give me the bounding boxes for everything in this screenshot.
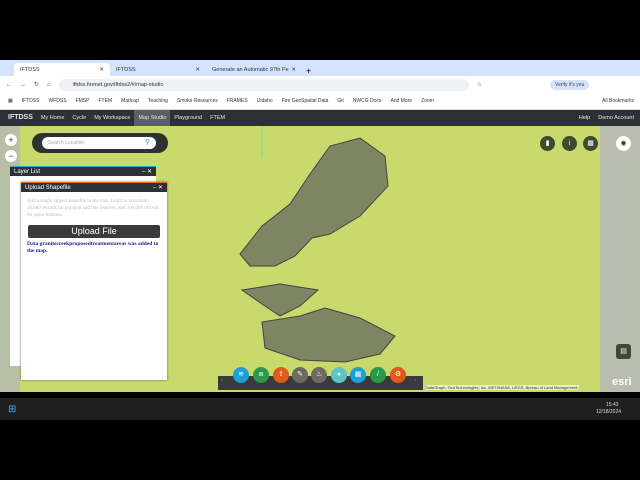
bookmark[interactable]: FMSP (76, 98, 90, 104)
apps-icon[interactable]: ▦ (8, 98, 13, 104)
nav-my-workspace[interactable]: My Workspace (90, 110, 134, 126)
bookmarks-bar: ▦ IFTDSS WFDSS FMSP FTEM Madcap Teaching… (0, 93, 640, 110)
close-icon[interactable]: ✕ (291, 67, 296, 73)
bookmark-icon[interactable]: ▮ (540, 136, 555, 151)
bookmark[interactable]: Fire GeoSpatial Data (282, 98, 329, 104)
upload-header: Upload Shapefile – ✕ (21, 183, 167, 192)
reload-icon[interactable]: ↻ (34, 81, 39, 88)
nav-cycle[interactable]: Cycle (68, 110, 90, 126)
layer-list-title: Layer List (14, 168, 41, 175)
layer-list-icon[interactable]: ≣ (253, 367, 269, 383)
bookmark[interactable]: FRAMES (227, 98, 248, 104)
tab-bar: IFTDSS ✕ IFTDSS ✕ Generate an Automatic 97… (0, 60, 640, 76)
forward-icon[interactable]: → (20, 82, 26, 88)
table-icon[interactable]: ▤ (616, 344, 631, 359)
upload-instructions: Add a single zipped shapefile to the map… (27, 199, 159, 218)
help-menu[interactable]: Help (575, 110, 594, 126)
account-menu[interactable]: Demo Account (594, 110, 640, 126)
clock-date: 12/18/2024 (596, 409, 622, 415)
bookmark[interactable]: Smoke Resources (177, 98, 218, 104)
upload-icon[interactable]: ⇪ (273, 367, 289, 383)
chevron-left-icon[interactable]: ‹ (221, 378, 223, 384)
grid-icon[interactable]: ▦ (350, 367, 366, 383)
upload-file-button[interactable]: Upload File (28, 225, 160, 238)
zoom-in-button[interactable]: + (5, 134, 17, 146)
nav-my-home[interactable]: My Home (37, 110, 69, 126)
browser-tab[interactable]: IFTDSS ✕ (14, 63, 110, 76)
back-icon[interactable]: ← (6, 82, 12, 88)
close-icon[interactable]: – ✕ (153, 184, 163, 191)
layer-list-header: Layer List – ✕ (10, 167, 156, 176)
zoom-out-button[interactable]: − (5, 150, 17, 162)
layers-icon[interactable]: ≋ (233, 367, 249, 383)
settings-icon[interactable]: ⚙ (390, 367, 406, 383)
esri-logo: esri (612, 376, 632, 388)
windows-taskbar: ⊞ 15:43 12/18/2024 (0, 398, 640, 420)
bookmark[interactable]: WFDSS (49, 98, 67, 104)
tab-label: Generate an Automatic 97th Pe (212, 66, 289, 73)
close-icon[interactable]: ✕ (195, 67, 200, 73)
bookmark[interactable]: Zoom (421, 98, 434, 104)
treatment-area-polygon (261, 307, 396, 363)
app-logo[interactable]: IFTDSS (0, 110, 37, 126)
upload-success-message: Data granitecreekproposedtreatmentareas … (27, 241, 159, 254)
browser-tab[interactable]: Generate an Automatic 97th Pe ✕ (206, 63, 302, 76)
search-input[interactable]: Search Location (42, 137, 156, 149)
location-icon[interactable]: ● (331, 367, 347, 383)
basemap-icon[interactable]: ▦ (583, 136, 598, 151)
windows-start-icon[interactable]: ⊞ (8, 404, 16, 415)
tab-label: IFTDSS (20, 66, 40, 73)
info-icon[interactable]: i (562, 136, 577, 151)
bookmark[interactable]: FTEM (98, 98, 112, 104)
bookmark[interactable]: Git (337, 98, 343, 104)
browser-tab[interactable]: IFTDSS ✕ (110, 63, 206, 76)
upload-title: Upload Shapefile (25, 184, 71, 191)
bookmark[interactable]: IFTDSS (22, 98, 40, 104)
nav-playground[interactable]: Playground (170, 110, 206, 126)
address-bar: ← → ↻ ⌂ iftdss.firenet.gov/iftdss2/#/map-st… (0, 76, 640, 93)
url-input[interactable]: iftdss.firenet.gov/iftdss2/#/map-studio (58, 78, 469, 91)
upload-shapefile-panel: Upload Shapefile – ✕ Add a single zipped … (21, 182, 167, 380)
star-icon[interactable]: ☆ (477, 81, 482, 88)
profile-button[interactable]: Verify it's you (550, 79, 590, 90)
bookmark[interactable]: And More (390, 98, 412, 104)
eye-icon[interactable]: ◉ (616, 136, 631, 151)
tab-label: IFTDSS (116, 66, 136, 73)
all-bookmarks[interactable]: All Bookmarks (602, 98, 634, 104)
chevron-right-icon[interactable]: › (414, 378, 416, 384)
fire-icon[interactable]: ♨ (311, 367, 327, 383)
nav-ftem[interactable]: FTEM (206, 110, 229, 126)
measure-icon[interactable]: / (370, 367, 386, 383)
treatment-area-polygon (239, 137, 389, 267)
map-attribution: SafeGraph, GeoTechnologies, Inc, METI/NA… (426, 385, 579, 390)
bookmark[interactable]: Teaching (148, 98, 168, 104)
app-nav: IFTDSS My Home Cycle My Workspace Map St… (0, 110, 640, 126)
edit-icon[interactable]: ✎ (292, 367, 308, 383)
close-icon[interactable]: – ✕ (142, 168, 152, 175)
close-icon[interactable]: ✕ (99, 67, 104, 73)
clock-time: 15:43 (606, 402, 619, 408)
home-icon[interactable]: ⌂ (47, 82, 51, 88)
bookmark[interactable]: Madcap (121, 98, 139, 104)
bookmark[interactable]: UIdaho (257, 98, 273, 104)
treatment-area-polygon (240, 283, 320, 317)
new-tab-icon[interactable]: + (306, 66, 311, 76)
bookmark[interactable]: NWCG Docs (353, 98, 382, 104)
search-icon[interactable]: ⚲ (145, 138, 150, 146)
nav-map-studio[interactable]: Map Studio (134, 110, 171, 126)
